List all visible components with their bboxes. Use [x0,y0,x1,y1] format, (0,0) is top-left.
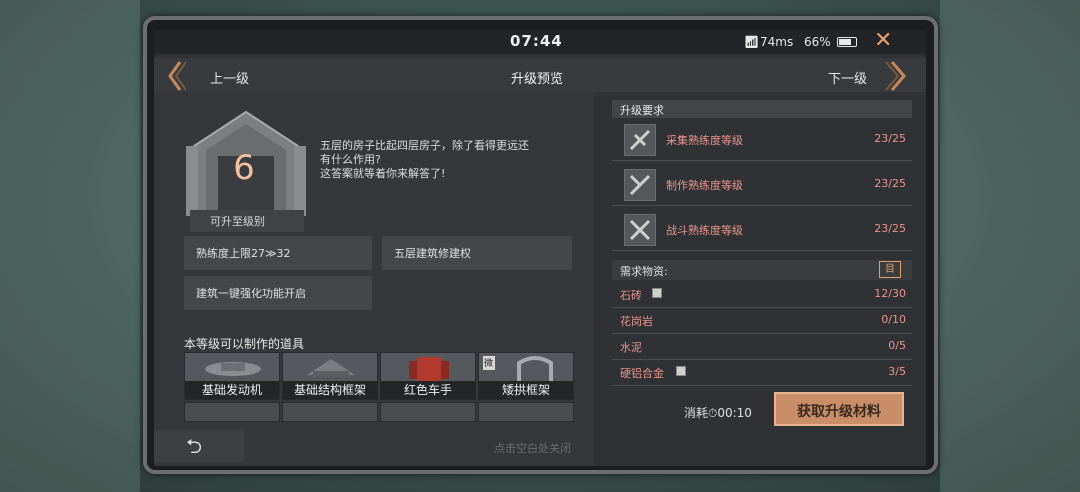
craft-item-label: 基础发动机 [185,381,279,399]
target-level: 6 [233,148,255,188]
craft-item-basic-frame[interactable]: 基础结构框架 [282,352,378,400]
requirement-value: 23/25 [874,132,906,145]
prev-level-link[interactable]: 上一级 [210,68,249,87]
craft-item-more[interactable] [380,402,476,422]
next-arrow-icon[interactable] [882,60,906,92]
material-name: 水泥 [620,341,642,354]
material-name: 硬铝合金 [620,367,664,380]
level-description: 五层的房子比起四层房子，除了看得更远还 有什么作用? 这答案就等着你来解答了! [320,139,580,181]
perk-label: 熟练度上限27≫32 [196,247,291,260]
frame-icon [307,359,355,377]
description-line: 这答案就等着你来解答了! [320,167,446,180]
wifi-icon: 📶︎ [744,35,760,49]
gather-skill-icon [624,124,656,156]
time-cost: 消耗⏱00:10 [684,406,752,420]
material-value: 0/5 [888,339,906,352]
material-value: 0/10 [881,313,906,326]
combat-skill-icon [624,214,656,246]
materials-title: 需求物资: [620,265,668,278]
micro-tag: 微 [484,359,494,369]
tag-icon [652,288,662,298]
requirement-name: 战斗熟练度等级 [666,224,743,237]
battery-icon [837,37,857,47]
jacket-icon [409,357,449,381]
description-line: 五层的房子比起四层房子，除了看得更远还 [320,139,529,152]
craft-item-basic-engine[interactable]: 基础发动机 [184,352,280,400]
craft-item-label: 红色车手 [381,381,475,399]
requirement-row: 采集熟练度等级 23/25 [612,120,912,161]
material-row: 水泥 0/5 [612,333,912,360]
ping-label: 74ms [760,35,794,49]
description-line: 有什么作用? [320,153,381,166]
perk-label: 五层建筑修建权 [394,247,471,260]
level-caption: 可升至级别 [210,215,265,228]
requirement-row: 战斗熟练度等级 23/25 [612,210,912,251]
back-button[interactable]: ⮌ [154,430,244,462]
prev-arrow-icon[interactable] [166,60,186,92]
arch-icon [483,356,553,381]
close-icon[interactable]: ✕ [874,30,892,53]
battery-label: 66% [804,35,831,49]
back-arrow-icon: ⮌ [186,434,203,458]
background-right [940,0,1080,492]
material-value: 3/5 [888,365,906,378]
next-level-link[interactable]: 下一级 [828,68,867,87]
requirements-header: 升级要求 [612,100,912,118]
requirements-title: 升级要求 [620,104,664,117]
craft-item-low-arch-frame[interactable]: 微 矮拱框架 [478,352,574,400]
material-name: 花岗岩 [620,315,653,328]
material-name: 石砖 [620,289,642,302]
perk-proficiency-cap: 熟练度上限27≫32 [184,236,372,270]
craft-item-more[interactable] [478,402,574,422]
craftable-items-title: 本等级可以制作的道具 [184,337,305,351]
close-hint: 点击空白处关闭 [494,442,571,455]
requirement-name: 采集熟练度等级 [666,134,743,147]
materials-header: 需求物资: [612,260,912,280]
material-value: 12/30 [874,287,906,300]
perk-build-right: 五层建筑修建权 [382,236,572,270]
tag-icon [676,366,686,376]
background-left [0,0,140,492]
level-caption-box: 可升至级别 [190,210,304,232]
materials-info-icon[interactable]: 目 [879,261,901,278]
material-row: 硬铝合金 3/5 [612,359,912,386]
craft-item-more[interactable] [282,402,378,422]
craft-item-label: 矮拱框架 [479,381,573,399]
status-bar: 07:44 📶︎ 74ms 66% ✕ [154,30,926,54]
requirement-value: 23/25 [874,222,906,235]
requirement-value: 23/25 [874,177,906,190]
get-materials-button[interactable]: 获取升级材料 [774,392,904,426]
perk-label: 建筑一键强化功能开启 [196,287,306,300]
craft-item-red-driver[interactable]: 红色车手 [380,352,476,400]
clock: 07:44 [510,32,563,50]
requirement-name: 制作熟练度等级 [666,179,743,192]
page-title: 升级预览 [511,72,564,87]
craft-item-more[interactable] [184,402,280,422]
material-row: 石砖 12/30 [612,281,912,308]
get-materials-label: 获取升级材料 [797,404,881,420]
craft-item-label: 基础结构框架 [283,381,377,399]
craft-skill-icon [624,169,656,201]
engine-icon [205,362,261,376]
perk-one-click-upgrade: 建筑一键强化功能开启 [184,276,372,310]
material-row: 花岗岩 0/10 [612,307,912,334]
upgrade-preview-screen: 07:44 📶︎ 74ms 66% ✕ 上一级 升级预览 下一级 6 可升至级别… [154,30,926,466]
requirement-row: 制作熟练度等级 23/25 [612,165,912,206]
